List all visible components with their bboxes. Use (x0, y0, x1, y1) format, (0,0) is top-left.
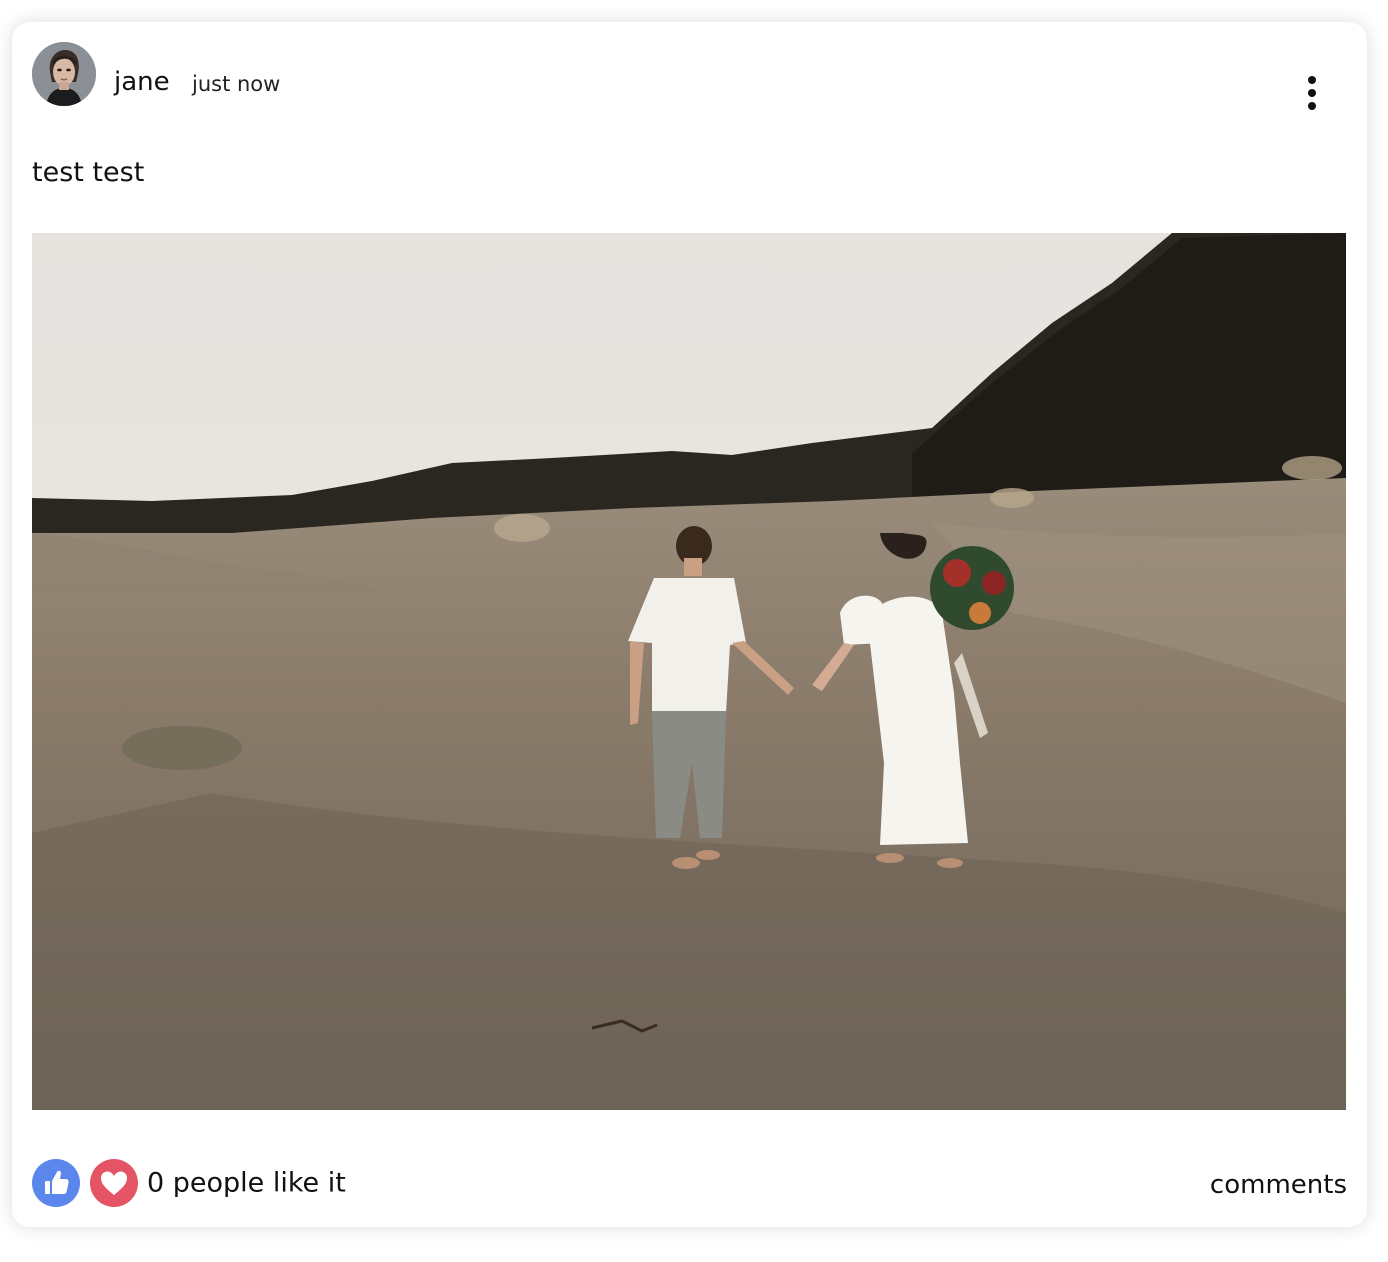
comments-link[interactable]: comments (1210, 1170, 1347, 1200)
avatar[interactable] (32, 42, 96, 106)
more-vertical-icon-dot (1308, 102, 1316, 110)
avatar-image (32, 42, 96, 106)
post-header: jane just now (32, 42, 1347, 110)
post-text: test test (32, 157, 145, 188)
post-card: jane just now test test 0 people like it… (12, 22, 1367, 1227)
post-photo (32, 233, 1346, 1110)
post-timestamp: just now (192, 72, 281, 96)
post-image[interactable] (32, 233, 1346, 1110)
author-name[interactable]: jane (114, 67, 170, 97)
heart-icon[interactable] (90, 1159, 138, 1207)
more-vertical-icon (1308, 76, 1316, 84)
more-options-button[interactable] (1301, 76, 1323, 116)
post-footer: 0 people like it comments (32, 1159, 1347, 1207)
more-vertical-icon-dot (1308, 89, 1316, 97)
thumbs-up-icon[interactable] (32, 1159, 80, 1207)
likes-count: 0 people like it (147, 1167, 346, 1199)
